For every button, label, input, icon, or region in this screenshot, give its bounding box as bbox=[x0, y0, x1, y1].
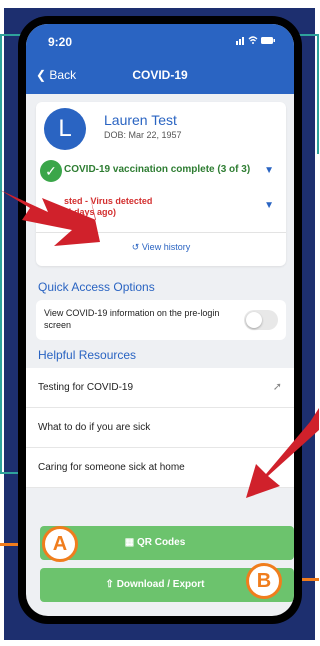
nav-bar: ❮ Back COVID-19 bbox=[26, 58, 294, 94]
status-icons bbox=[236, 35, 276, 48]
resource-label: Testing for COVID-19 bbox=[38, 382, 134, 393]
resource-label: What to do if you are sick bbox=[38, 422, 151, 433]
patient-dob: DOB: Mar 22, 1957 bbox=[104, 130, 182, 140]
red-arrow-top-left bbox=[0, 190, 100, 246]
red-arrow-bottom-right bbox=[246, 408, 319, 498]
teal-border-right-vertical bbox=[317, 34, 319, 154]
quick-access-card: View COVID-19 information on the pre-log… bbox=[36, 300, 286, 340]
patient-name: Lauren Test bbox=[104, 112, 177, 128]
quick-access-title: Quick Access Options bbox=[38, 280, 155, 294]
qr-codes-button[interactable]: ▦ QR Codes bbox=[40, 526, 294, 560]
resource-label: Caring for someone sick at home bbox=[38, 462, 185, 473]
prelogin-toggle[interactable] bbox=[244, 310, 278, 330]
helpful-resources-title: Helpful Resources bbox=[38, 348, 137, 362]
callout-b: B bbox=[246, 563, 282, 599]
prelogin-option-label: View COVID-19 information on the pre-log… bbox=[44, 308, 220, 330]
download-export-label: Download / Export bbox=[116, 579, 205, 590]
signal-wifi-battery-icon bbox=[236, 36, 275, 45]
history-icon: ↺ bbox=[131, 242, 142, 252]
qr-codes-label: QR Codes bbox=[136, 537, 186, 548]
qr-code-icon: ▦ bbox=[124, 537, 137, 548]
chevron-down-icon: ▼ bbox=[264, 165, 274, 176]
list-item[interactable]: Testing for COVID-19 ➚ bbox=[26, 368, 294, 408]
status-bar: 9:20 bbox=[26, 24, 294, 58]
chevron-down-icon: ▼ bbox=[264, 200, 274, 211]
page-title: COVID-19 bbox=[132, 68, 188, 82]
view-history-label: View history bbox=[141, 242, 191, 252]
toggle-knob bbox=[246, 312, 262, 328]
upload-icon: ⇧ bbox=[105, 579, 117, 590]
avatar: L bbox=[44, 108, 86, 150]
external-link-icon: ➚ bbox=[272, 381, 282, 393]
status-time: 9:20 bbox=[48, 35, 73, 49]
callout-a: A bbox=[42, 526, 78, 562]
